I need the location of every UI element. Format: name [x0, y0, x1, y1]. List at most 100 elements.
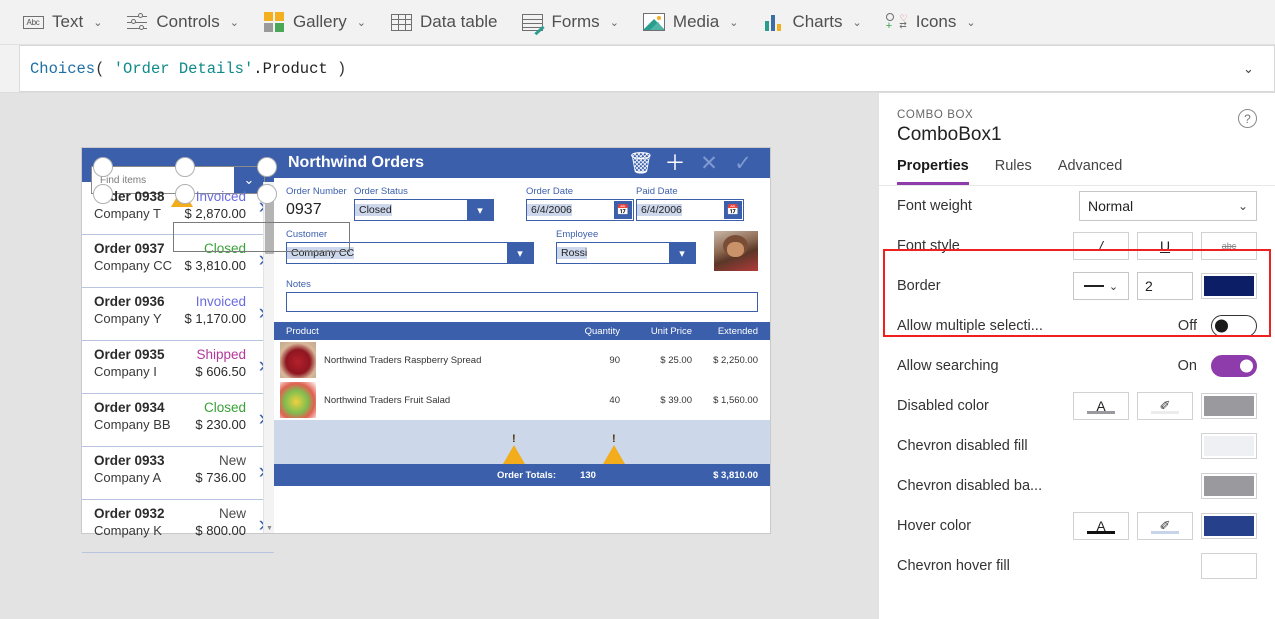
paid-date-input[interactable]: 6/4/2006 📅 — [636, 199, 744, 221]
line-item-row[interactable]: Northwind Traders Fruit Salad 40 $ 39.00 $ … — [274, 380, 770, 420]
gallery-row-amount: $ 800.00 — [195, 523, 246, 538]
calendar-icon[interactable]: 📅 — [614, 201, 632, 219]
order-status-dropdown[interactable]: Closed ▾ — [354, 199, 494, 221]
font-weight-select[interactable]: Normal ⌄ — [1079, 191, 1257, 221]
underline-icon: U — [1159, 238, 1171, 254]
gallery-row-company: Company I — [94, 364, 157, 379]
border-width-input[interactable]: 2 — [1137, 272, 1193, 300]
chevron-down-icon[interactable]: ▾ — [669, 243, 695, 263]
border-style-select[interactable]: ⌄ — [1073, 272, 1129, 300]
formula-open-paren: ( — [95, 59, 114, 78]
toolbar-item-data-table[interactable]: Data table — [380, 3, 508, 41]
gallery-row-amount: $ 736.00 — [195, 470, 246, 485]
chevron-down-icon: ⌄ — [852, 16, 862, 29]
formula-input[interactable]: Choices( 'Order Details' .Product ) — [20, 45, 1223, 92]
orders-gallery[interactable]: Find items ⌄ Order 0938InvoicedCompany T… — [82, 148, 274, 553]
line-items-col-product: Product — [286, 325, 319, 337]
save-button[interactable]: ✓ — [726, 153, 760, 174]
customer-dropdown[interactable]: Company CC ▾ — [286, 242, 534, 264]
line-item-row[interactable]: Northwind Traders Raspberry Spread 90 $ 25… — [274, 340, 770, 380]
toolbar-item-text[interactable]: Abc Text ⌄ — [12, 3, 112, 41]
gallery-row-order: Order 0934 — [94, 400, 165, 415]
cancel-button[interactable]: ✕ — [692, 153, 726, 174]
hover-fill-color-button[interactable]: ✐ — [1137, 512, 1193, 540]
allow-searching-toggle[interactable] — [1211, 355, 1257, 377]
toolbar-item-media[interactable]: Media ⌄ — [633, 3, 749, 41]
gallery-row-order: Order 0932 — [94, 506, 165, 521]
allow-searching-label: Allow searching — [897, 358, 999, 374]
gallery-scrollbar[interactable]: ▲ ▼ — [263, 182, 274, 533]
delete-order-button[interactable]: 🗑 — [624, 153, 658, 174]
resize-handle-mid-left[interactable] — [93, 184, 113, 204]
gallery-row-amount: $ 3,810.00 — [184, 258, 246, 273]
order-totals-label: Order Totals: — [497, 469, 556, 481]
resize-handle-mid-center[interactable] — [175, 184, 195, 204]
border-color-swatch[interactable] — [1201, 273, 1257, 299]
strikethrough-button[interactable]: abc — [1201, 232, 1257, 260]
tab-advanced[interactable]: Advanced — [1058, 158, 1123, 185]
formula-expand-button[interactable]: ⌄ — [1223, 45, 1275, 92]
underline-button[interactable]: U — [1137, 232, 1193, 260]
gallery-row[interactable]: Order 0932NewCompany K$ 800.00› — [82, 500, 274, 553]
chevron-hover-fill-label: Chevron hover fill — [897, 558, 1010, 574]
panel-tabs: Properties Rules Advanced — [879, 158, 1275, 186]
line-items-col-quantity: Quantity — [584, 325, 620, 337]
tab-rules[interactable]: Rules — [995, 158, 1032, 185]
gallery-row[interactable]: Order 0937ClosedCompany CC$ 3,810.00› — [82, 235, 274, 288]
scroll-down-icon[interactable]: ▼ — [266, 525, 273, 532]
warning-icon — [603, 428, 625, 464]
gallery-row-status: Closed — [203, 241, 246, 256]
gallery-row[interactable]: Order 0933NewCompany A$ 736.00› — [82, 447, 274, 500]
gallery-row[interactable]: Order 0935ShippedCompany I$ 606.50› — [82, 341, 274, 394]
order-status-value: Closed — [355, 204, 392, 216]
toolbar-item-controls[interactable]: Controls ⌄ — [116, 3, 249, 41]
toolbar-item-text-label: Text — [52, 12, 84, 31]
allow-multiple-toggle[interactable] — [1211, 315, 1257, 337]
app-canvas[interactable]: Find items ⌄ Order 0938InvoicedCompany T… — [0, 93, 878, 619]
field-order-date-label: Order Date — [526, 186, 573, 197]
chevron-down-icon[interactable]: ▾ — [467, 200, 493, 220]
gallery-row[interactable]: Order 0936InvoicedCompany Y$ 1,170.00› — [82, 288, 274, 341]
italic-button[interactable]: / — [1073, 232, 1129, 260]
toolbar-item-icons[interactable]: ♡ + ⇄ Icons ⌄ — [876, 3, 986, 41]
toolbar-item-gallery[interactable]: Gallery ⌄ — [253, 3, 376, 41]
chevron-disabled-fill-swatch[interactable] — [1201, 433, 1257, 459]
tab-properties[interactable]: Properties — [897, 158, 969, 185]
font-weight-label: Font weight — [897, 198, 972, 214]
help-icon[interactable]: ? — [1238, 109, 1257, 128]
disabled-text-color-button[interactable]: A — [1073, 392, 1129, 420]
charts-icon — [762, 12, 784, 32]
icons-icon: ♡ + ⇄ — [885, 13, 908, 32]
chevron-disabled-background-swatch[interactable] — [1201, 473, 1257, 499]
properties-panel: COMBO BOX ComboBox1 ? Properties Rules A… — [878, 93, 1275, 619]
toolbar-item-forms[interactable]: Forms ⌄ — [512, 3, 629, 41]
hover-color-swatch[interactable] — [1201, 513, 1257, 539]
allow-multiple-label: Allow multiple selecti... — [897, 318, 1043, 334]
hover-text-color-button[interactable]: A — [1073, 512, 1129, 540]
line-item-quantity: 40 — [609, 394, 620, 406]
chevron-down-icon[interactable]: ▾ — [507, 243, 533, 263]
calendar-icon[interactable]: 📅 — [724, 201, 742, 219]
property-row-chevron-hover-fill: Chevron hover fill — [879, 546, 1275, 586]
disabled-fill-color-button[interactable]: ✐ — [1137, 392, 1193, 420]
resize-handle-top-right[interactable] — [257, 157, 277, 177]
employee-dropdown[interactable]: Rossi ▾ — [556, 242, 696, 264]
gallery-row[interactable]: Order 0934ClosedCompany BB$ 230.00› — [82, 394, 274, 447]
new-order-button[interactable]: ＋ — [658, 153, 692, 174]
resize-handle-mid-right[interactable] — [257, 184, 277, 204]
app-screen: Find items ⌄ Order 0938InvoicedCompany T… — [82, 148, 770, 553]
toolbar-item-controls-label: Controls — [156, 12, 220, 31]
gallery-row-company: Company A — [94, 470, 162, 485]
disabled-color-swatch[interactable] — [1201, 393, 1257, 419]
notes-input[interactable] — [286, 292, 758, 312]
resize-handle-top-center[interactable] — [175, 157, 195, 177]
toolbar-item-charts[interactable]: Charts ⌄ — [752, 3, 871, 41]
warning-icon — [503, 428, 525, 464]
formula-bar-gutter — [0, 45, 20, 92]
order-date-input[interactable]: 6/4/2006 📅 — [526, 199, 634, 221]
line-items-header: Product Quantity Unit Price Extended — [274, 322, 770, 340]
line-items-col-extended: Extended — [717, 325, 758, 337]
resize-handle-top-left[interactable] — [93, 157, 113, 177]
chevron-hover-fill-swatch[interactable] — [1201, 553, 1257, 579]
order-totals-quantity: 130 — [580, 469, 596, 481]
